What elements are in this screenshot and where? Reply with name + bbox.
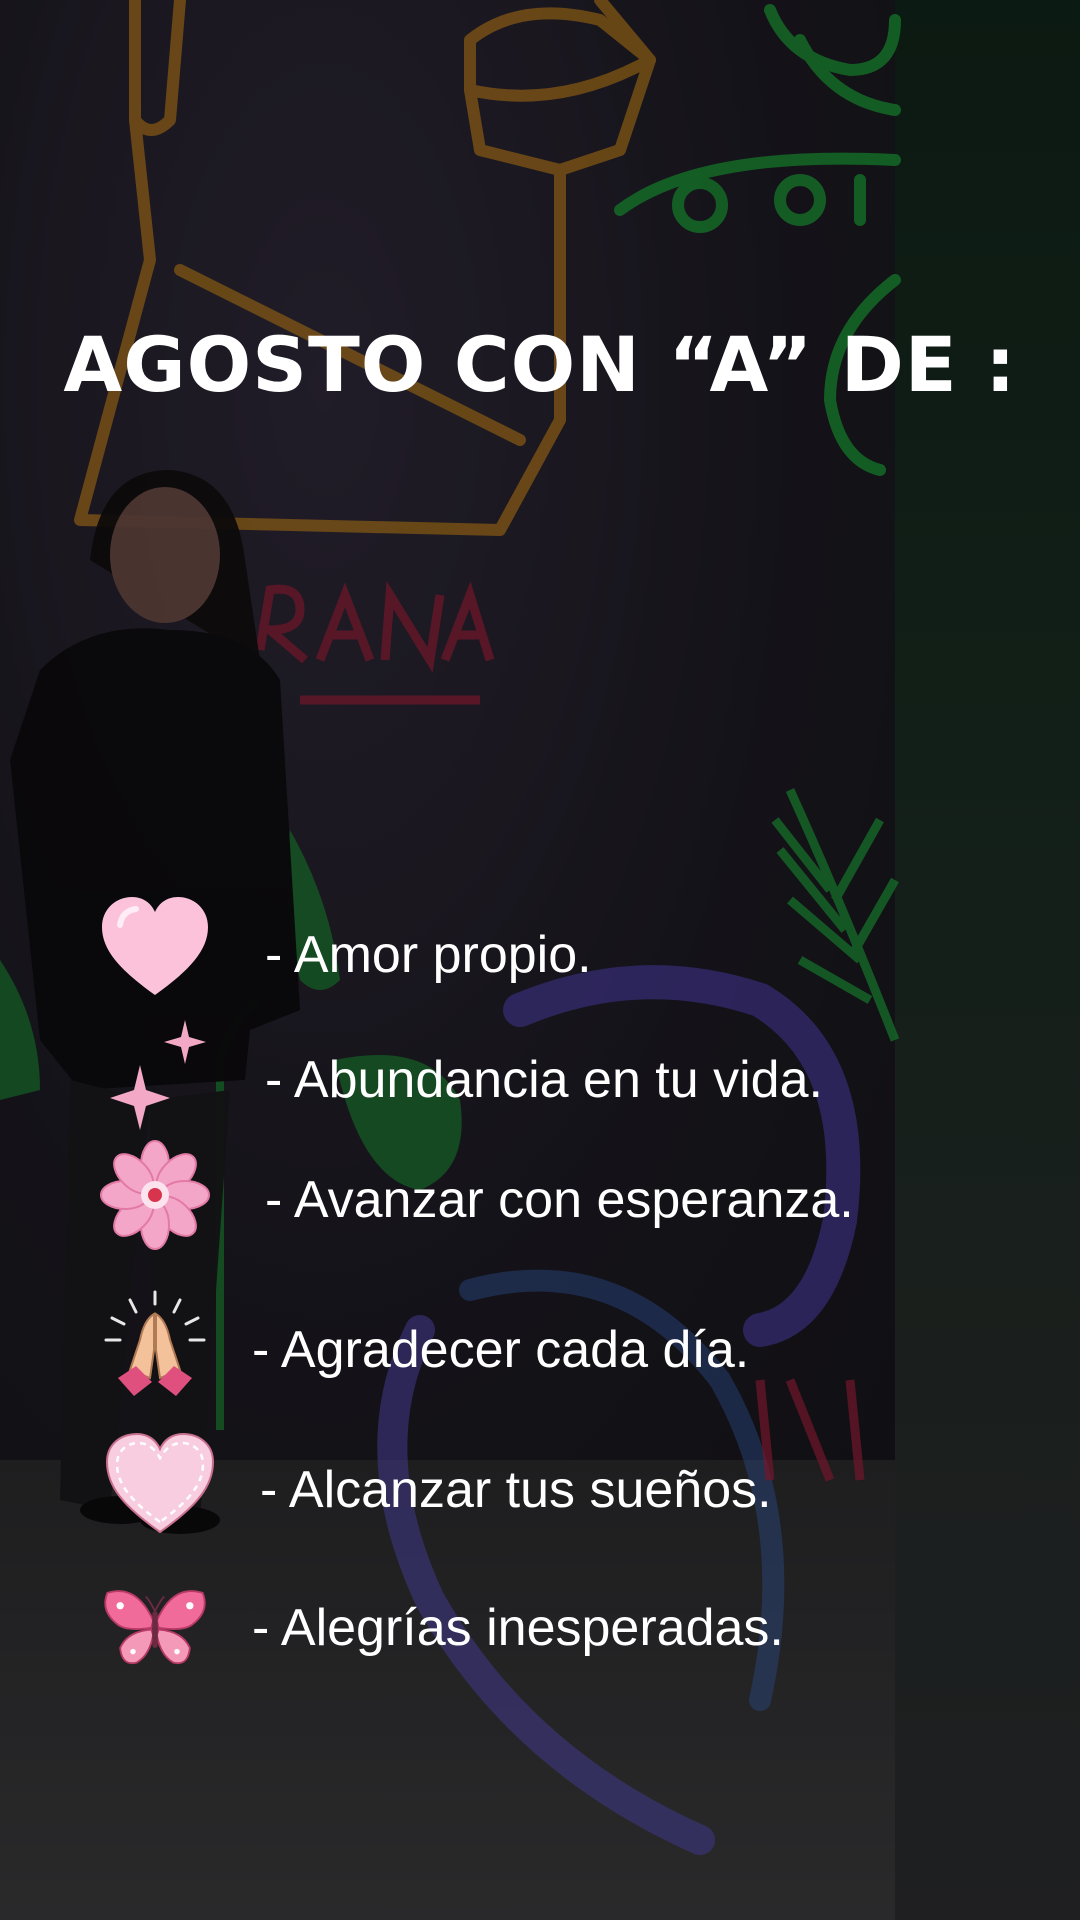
item-text: - Agradecer cada día. [252,1321,750,1379]
praying-hands-icon [104,1290,206,1396]
item-text: - Abundancia en tu vida. [265,1051,823,1109]
stitched-heart-icon [105,1432,215,1534]
story-title: AGOSTO CON “A” DE : [63,320,1017,409]
list-item: - Avanzar con esperanza. [0,1140,1000,1250]
item-text: - Avanzar con esperanza. [265,1171,854,1229]
item-text: - Alegrías inesperadas. [252,1599,784,1657]
list-item: - Alegrías inesperadas. [0,1570,1000,1680]
story-frame: AGOSTO CON “A” DE : - Amor propio. - Abu… [0,0,1080,1920]
butterfly-icon [104,1590,206,1665]
list-item: - Amor propio. [0,895,1000,1005]
item-text: - Alcanzar tus sueños. [260,1461,772,1519]
list-item: - Agradecer cada día. [0,1290,1000,1400]
pink-flower-icon [100,1140,210,1250]
item-text: - Amor propio. [265,926,592,984]
list-item: - Alcanzar tus sueños. [0,1430,1000,1540]
pink-heart-icon [102,897,208,995]
sparkles-icon [110,1020,206,1130]
list-item: - Abundancia en tu vida. [0,1020,1000,1130]
